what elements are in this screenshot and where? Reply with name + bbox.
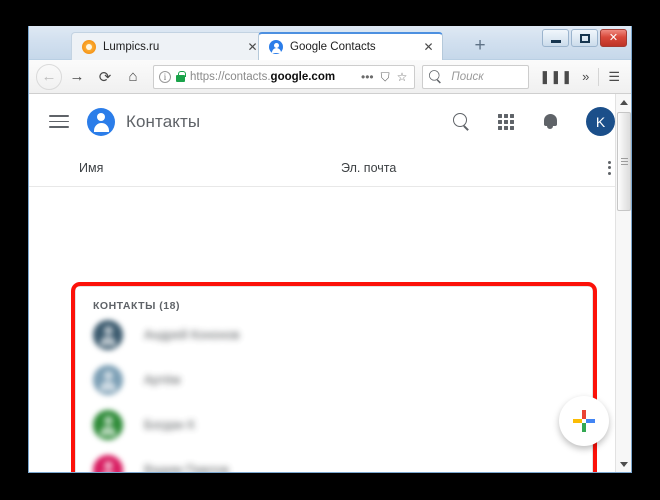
address-bar-actions: ••• ⛉ ☆ xyxy=(361,71,409,83)
lock-icon xyxy=(176,71,186,82)
minimize-icon xyxy=(550,39,561,43)
contact-name: Богдан К xyxy=(144,417,196,432)
tab-strip: Lumpics.ru ✕ Google Contacts ✕ + ✕ xyxy=(29,26,631,60)
back-button[interactable]: ← xyxy=(36,63,62,90)
browser-tab-google-contacts[interactable]: Google Contacts ✕ xyxy=(258,32,443,60)
contact-avatar xyxy=(93,364,123,395)
reload-button[interactable]: ⟳ xyxy=(92,64,118,90)
bell-icon[interactable] xyxy=(542,113,558,130)
close-window-button[interactable]: ✕ xyxy=(600,29,627,47)
tab-title: Google Contacts xyxy=(290,41,376,53)
navigation-toolbar: ← → ⟳ ⌂ i https://contacts.google.com ••… xyxy=(29,60,631,94)
window-controls: ✕ xyxy=(542,29,627,47)
avatar[interactable]: K xyxy=(586,107,615,136)
toolbar-divider xyxy=(598,67,600,86)
scroll-up-button[interactable] xyxy=(616,94,631,110)
page-content: Контакты K Имя Эл. почта КОНТАКТЫ (18) А… xyxy=(29,94,631,472)
app-header: Контакты K xyxy=(29,94,631,149)
close-icon[interactable]: ✕ xyxy=(421,40,436,55)
address-bar[interactable]: i https://contacts.google.com ••• ⛉ ☆ xyxy=(153,64,416,89)
search-icon[interactable] xyxy=(453,113,470,130)
contact-name: Артём xyxy=(144,372,181,387)
overflow-chevron-icon[interactable]: » xyxy=(578,69,593,84)
contact-name: Андрей Кононов xyxy=(144,327,240,342)
app-header-actions: K xyxy=(453,107,615,136)
url-text: https://contacts.google.com xyxy=(190,70,336,83)
info-icon[interactable]: i xyxy=(159,70,171,83)
list-item[interactable]: Андрей Кононов xyxy=(76,312,592,357)
page-actions-icon[interactable]: ••• xyxy=(361,71,374,83)
column-header-name[interactable]: Имя xyxy=(79,161,341,175)
lumpics-favicon xyxy=(82,39,96,54)
browser-menu-icon[interactable]: ☰ xyxy=(604,69,624,85)
contact-avatar xyxy=(93,409,123,440)
add-contact-button[interactable] xyxy=(559,396,609,446)
maximize-icon xyxy=(579,33,590,43)
contact-avatar xyxy=(93,454,123,472)
minimize-button[interactable] xyxy=(542,29,569,47)
maximize-button[interactable] xyxy=(571,29,598,47)
google-contacts-favicon xyxy=(269,40,283,54)
list-item[interactable]: Артём xyxy=(76,357,592,402)
bookmark-star-icon[interactable]: ☆ xyxy=(397,71,408,83)
google-contacts-logo xyxy=(87,107,115,136)
list-item[interactable]: Богдан К xyxy=(76,402,592,447)
google-plus-icon xyxy=(573,410,595,432)
scrollbar-thumb[interactable] xyxy=(617,112,631,211)
browser-search-box[interactable]: Поиск xyxy=(422,64,530,89)
contact-name: Вадим Павлов xyxy=(144,462,229,473)
contacts-list-card: КОНТАКТЫ (18) Андрей Кононов Артём Богда… xyxy=(75,286,593,472)
new-tab-button[interactable]: + xyxy=(469,35,491,57)
browser-window: Lumpics.ru ✕ Google Contacts ✕ + ✕ ← → ⟳… xyxy=(28,26,632,473)
scroll-down-button[interactable] xyxy=(616,456,631,472)
apps-grid-icon[interactable] xyxy=(498,113,514,130)
more-options-icon[interactable] xyxy=(608,160,613,175)
page-title: Контакты xyxy=(126,111,201,131)
close-icon: ✕ xyxy=(608,31,619,44)
list-item[interactable]: Вадим Павлов xyxy=(76,447,592,472)
tab-title: Lumpics.ru xyxy=(103,40,160,53)
home-button[interactable]: ⌂ xyxy=(120,64,146,90)
browser-tab-lumpics[interactable]: Lumpics.ru ✕ xyxy=(71,32,267,60)
forward-button[interactable]: → xyxy=(64,64,90,90)
column-header-email[interactable]: Эл. почта xyxy=(341,161,396,175)
contact-avatar xyxy=(93,319,123,350)
table-column-headers: Имя Эл. почта xyxy=(29,149,631,187)
search-icon xyxy=(429,70,442,83)
reader-view-icon[interactable]: ⛉ xyxy=(381,71,390,83)
hamburger-menu-icon[interactable] xyxy=(49,115,69,128)
vertical-scrollbar[interactable] xyxy=(615,94,631,472)
library-icon[interactable]: ❚❚❚ xyxy=(535,69,576,85)
search-placeholder: Поиск xyxy=(451,70,484,83)
list-section-title: КОНТАКТЫ (18) xyxy=(93,300,180,312)
